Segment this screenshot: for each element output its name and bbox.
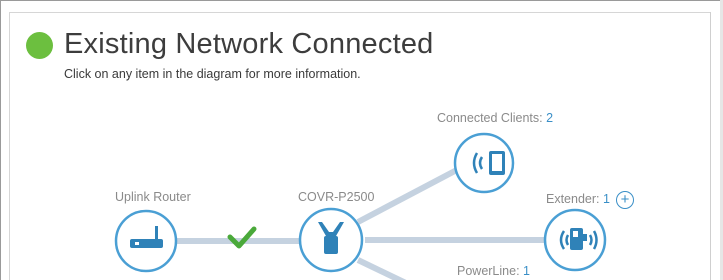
connected-clients-count: 2 bbox=[546, 111, 554, 125]
connected-clients-node[interactable] bbox=[453, 132, 515, 194]
connected-clients-text: Connected Clients: bbox=[437, 111, 547, 125]
link-covr-powerline bbox=[356, 257, 407, 280]
covr-node[interactable] bbox=[298, 207, 364, 273]
powerline-label[interactable]: PowerLine: 1 bbox=[457, 264, 530, 278]
extender-text: Extender: bbox=[546, 192, 603, 206]
uplink-router-node[interactable] bbox=[114, 209, 178, 273]
connected-clients-label[interactable]: Connected Clients: 2 bbox=[437, 111, 553, 125]
extender-count: 1 bbox=[602, 192, 610, 206]
uplink-router-label[interactable]: Uplink Router bbox=[115, 190, 191, 204]
extender-node[interactable] bbox=[543, 208, 607, 272]
powerline-count: 1 bbox=[523, 264, 530, 278]
extender-label[interactable]: Extender: 1 bbox=[546, 192, 610, 206]
link-covr-clients bbox=[356, 160, 472, 225]
powerline-text: PowerLine: bbox=[457, 264, 524, 278]
network-diagram bbox=[114, 132, 607, 280]
add-extender-button[interactable]: + bbox=[616, 191, 634, 209]
covr-label[interactable]: COVR-P2500 bbox=[298, 190, 374, 204]
